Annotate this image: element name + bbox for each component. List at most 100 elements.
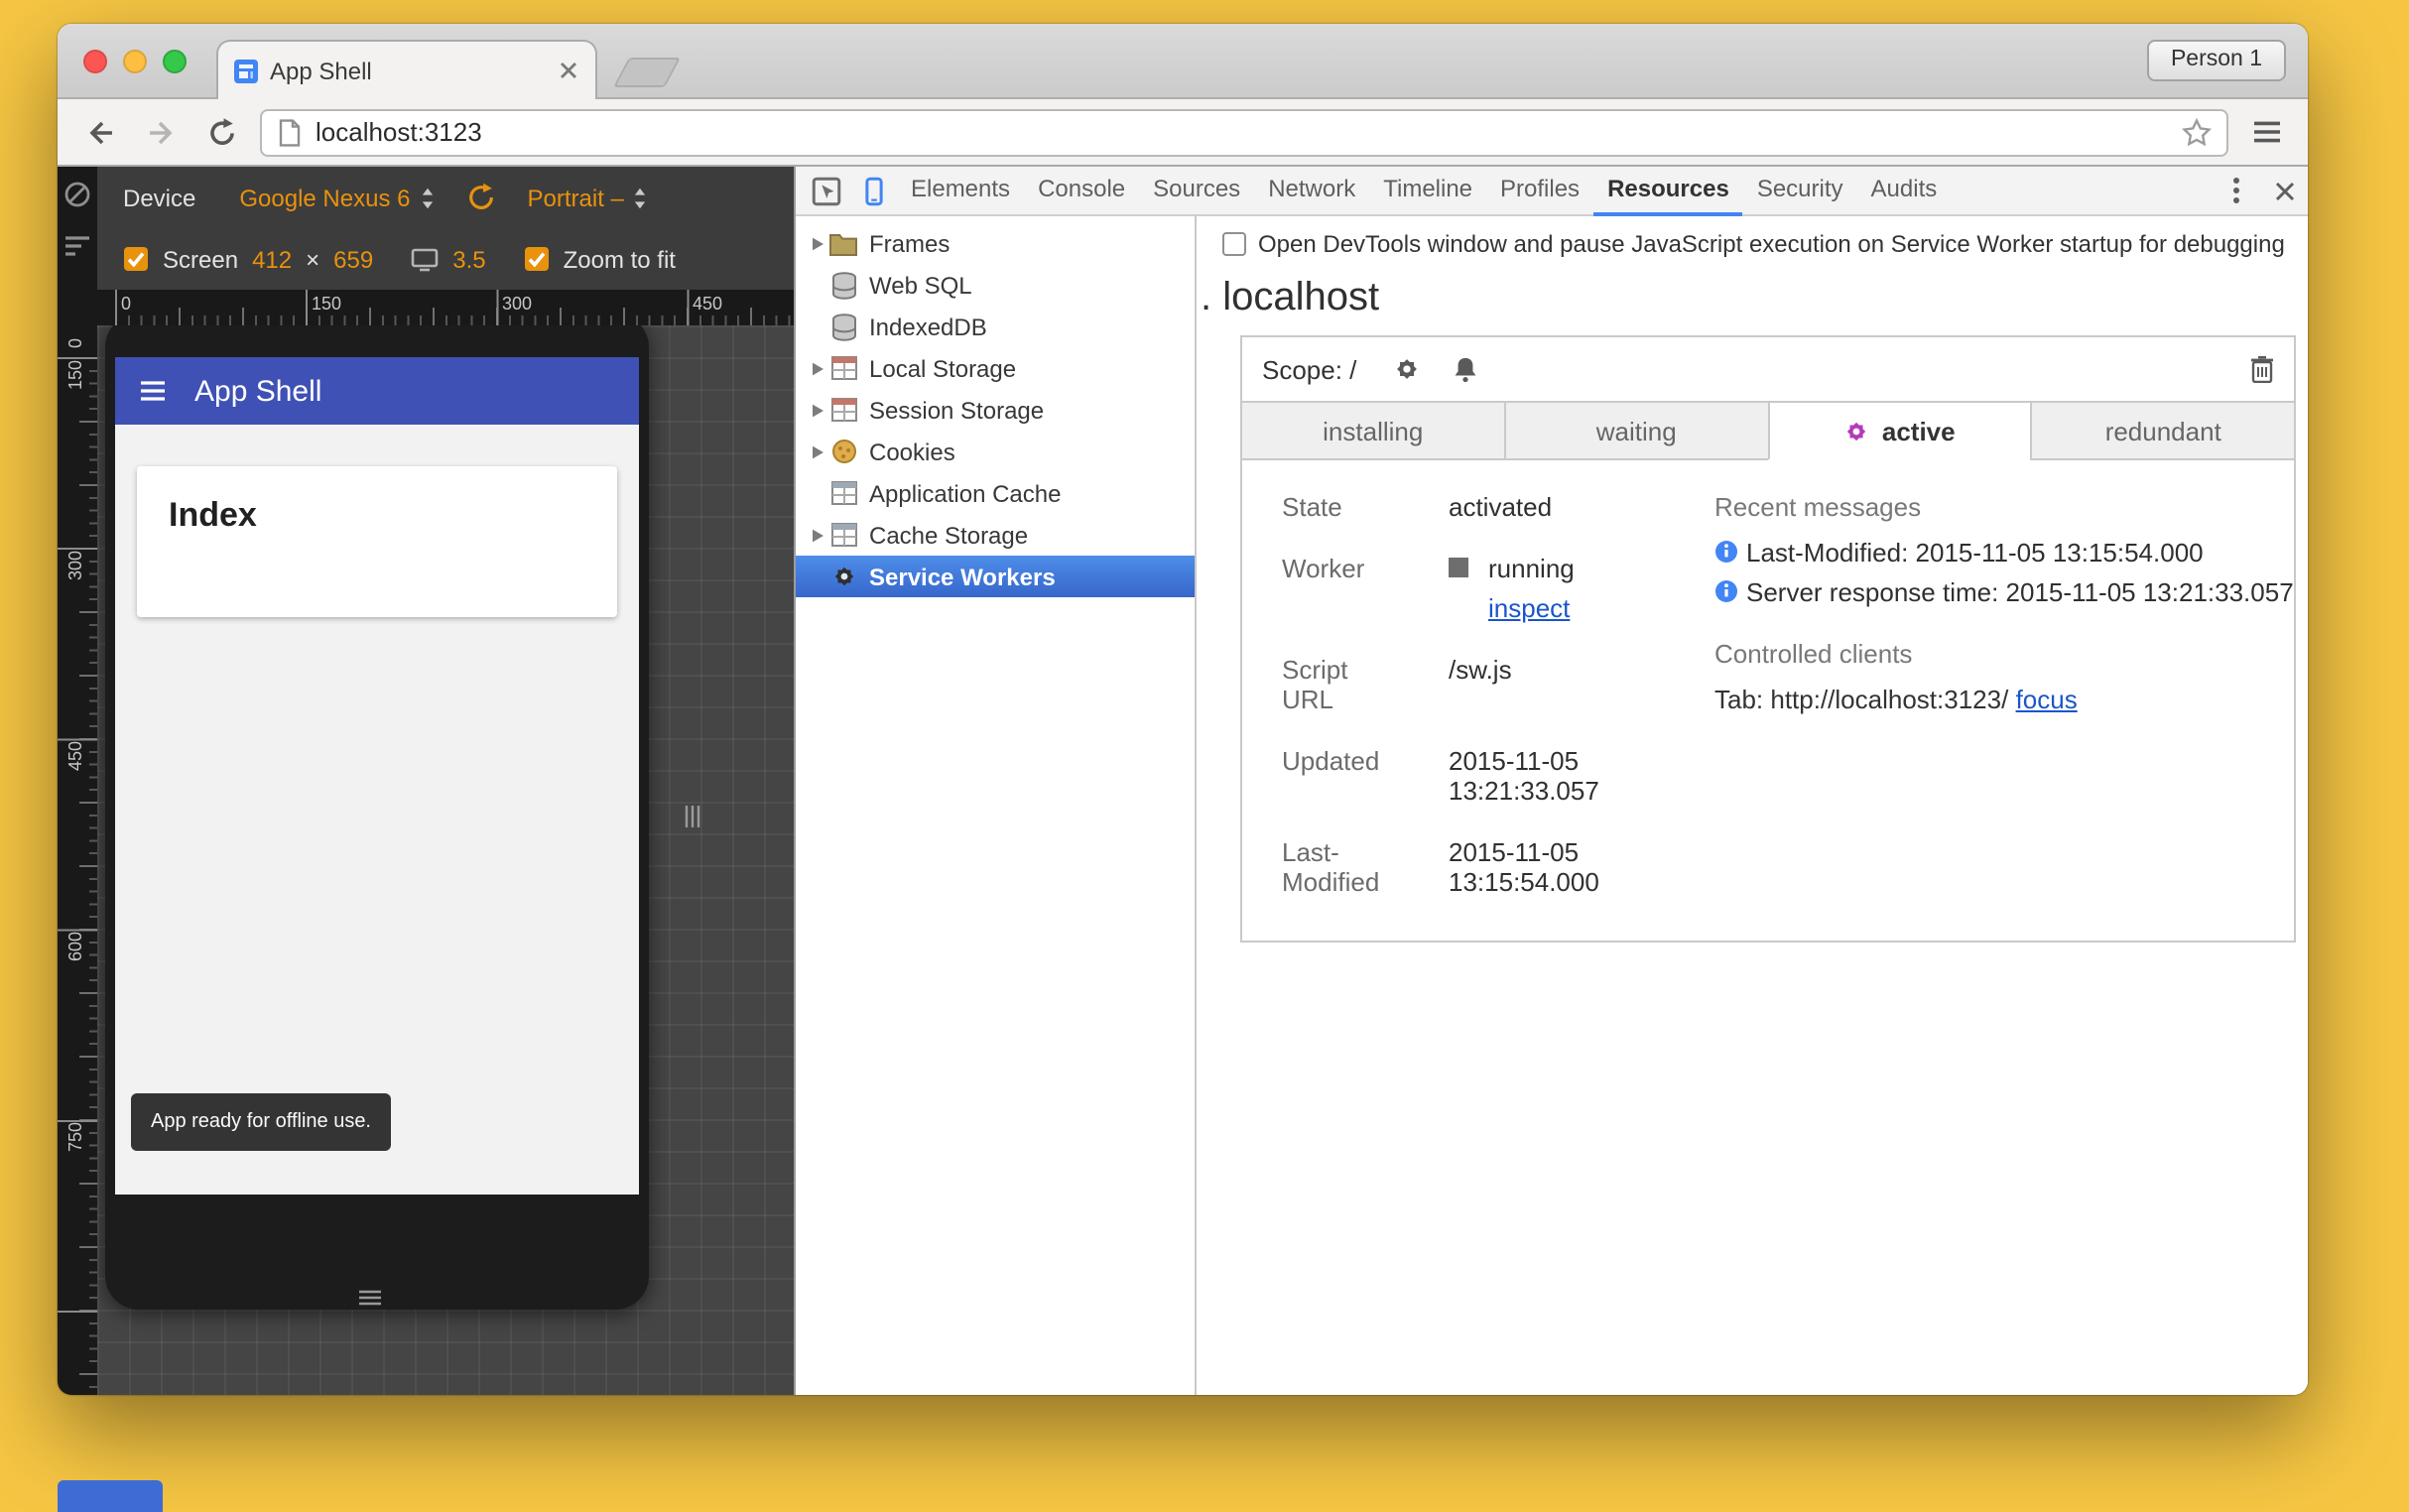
sw-details: State activated Worker running inspect S…	[1242, 460, 2294, 941]
inspect-element-icon[interactable]	[802, 166, 849, 215]
url-text[interactable]: localhost:3123	[316, 117, 482, 147]
media-queries-icon[interactable]	[63, 232, 93, 262]
tab-network[interactable]: Network	[1254, 166, 1369, 215]
screen-checkbox[interactable]	[123, 246, 149, 272]
inspect-link[interactable]: inspect	[1488, 593, 1570, 623]
tab-timeline[interactable]: Timeline	[1369, 166, 1486, 215]
updated-value: 2015-11-05 13:21:33.057	[1449, 746, 1599, 806]
device-resize-handle-horizontal[interactable]	[685, 802, 700, 837]
controlled-clients-heading: Controlled clients	[1714, 639, 1913, 669]
address-bar[interactable]: localhost:3123	[260, 108, 2228, 156]
bookmark-star-icon[interactable]	[2181, 116, 2217, 152]
sidebar-item-label: Local Storage	[869, 354, 1017, 382]
pause-on-sw-startup-row: Open DevTools window and pause JavaScrip…	[1197, 216, 2308, 262]
focus-link[interactable]: focus	[2016, 685, 2078, 714]
tab-close-icon[interactable]	[554, 57, 581, 84]
disclosure-triangle-icon[interactable]	[806, 360, 827, 376]
disable-emulation-icon[interactable]	[63, 181, 93, 210]
worker-value: running inspect	[1449, 554, 1671, 623]
disclosure-triangle-icon[interactable]	[806, 235, 827, 251]
dpr-icon	[411, 247, 439, 271]
sidebar-item-cache-storage[interactable]: Cache Storage	[796, 514, 1195, 556]
sidebar-item-label: Service Workers	[869, 563, 1056, 590]
sidebar-item-service-workers[interactable]: Service Workers	[796, 556, 1195, 597]
tab-sources[interactable]: Sources	[1139, 166, 1254, 215]
pause-on-sw-startup-checkbox[interactable]	[1222, 232, 1246, 256]
resources-sidebar: Frames Web SQL IndexedDB Local Storage S…	[796, 216, 1197, 1395]
sidebar-item-cookies[interactable]: Cookies	[796, 431, 1195, 472]
sw-update-gear-icon[interactable]	[1392, 355, 1420, 383]
profile-button[interactable]: Person 1	[2146, 40, 2286, 81]
worker-status: running	[1488, 554, 1575, 583]
window-controls	[83, 50, 187, 73]
push-bell-icon[interactable]	[1452, 355, 1477, 383]
browser-toolbar: localhost:3123	[58, 99, 2308, 167]
forward-button[interactable]	[137, 108, 185, 156]
disclosure-triangle-icon[interactable]	[806, 402, 827, 418]
updated-label: Updated	[1282, 746, 1380, 776]
select-arrows-icon	[635, 187, 647, 208]
zoom-to-fit-label: Zoom to fit	[563, 245, 676, 273]
zoom-to-fit-checkbox[interactable]	[524, 246, 550, 272]
sw-tab-redundant[interactable]: redundant	[2030, 403, 2294, 460]
reload-button[interactable]	[198, 108, 246, 156]
state-label: State	[1282, 492, 1342, 522]
browser-window: App Shell Person 1 localhost:3123 150 30…	[58, 24, 2308, 1395]
disclosure-triangle-icon[interactable]	[806, 527, 827, 543]
tab-console[interactable]: Console	[1024, 166, 1139, 215]
new-tab-button[interactable]	[613, 58, 681, 87]
close-devtools-icon[interactable]	[2260, 166, 2308, 215]
tab-audits[interactable]: Audits	[1857, 166, 1952, 215]
devtools-tabbar: Elements Console Sources Network Timelin…	[796, 167, 2308, 216]
device-resize-handle-vertical[interactable]	[359, 1280, 381, 1316]
info-icon	[1715, 541, 1737, 563]
sw-tab-active[interactable]: active	[1767, 403, 2031, 460]
delete-trash-icon[interactable]	[2250, 355, 2274, 383]
device-screen: App Shell Index App ready for offline us…	[115, 357, 639, 1195]
app-menu-icon[interactable]	[139, 379, 167, 403]
sidebar-item-session-storage[interactable]: Session Storage	[796, 389, 1195, 431]
recent-messages-heading: Recent messages	[1714, 492, 1922, 522]
browser-tab[interactable]: App Shell	[216, 40, 597, 99]
zoom-window-button[interactable]	[163, 50, 187, 73]
sidebar-item-label: Session Storage	[869, 396, 1045, 424]
close-window-button[interactable]	[83, 50, 107, 73]
disclosure-triangle-icon[interactable]	[806, 443, 827, 459]
sidebar-item-web-sql[interactable]: Web SQL	[796, 264, 1195, 306]
sw-tab-installing[interactable]: installing	[1242, 403, 1504, 460]
back-button[interactable]	[75, 108, 123, 156]
table-icon	[827, 519, 859, 551]
device-model-select[interactable]: Google Nexus 6	[239, 184, 434, 211]
desktop: App Shell Person 1 localhost:3123 150 30…	[0, 0, 2409, 1512]
sidebar-item-indexeddb[interactable]: IndexedDB	[796, 306, 1195, 347]
screen-width-value[interactable]: 412	[252, 245, 292, 273]
overflow-menu-icon[interactable]	[2213, 166, 2260, 215]
tab-profiles[interactable]: Profiles	[1486, 166, 1593, 215]
v-ruler-label: 600	[65, 931, 85, 962]
dpr-value[interactable]: 3.5	[452, 245, 485, 273]
orientation-select[interactable]: Portrait –	[528, 184, 648, 211]
tab-elements[interactable]: Elements	[897, 166, 1024, 215]
toggle-device-mode-icon[interactable]	[849, 166, 897, 215]
sw-tab-waiting[interactable]: waiting	[1503, 403, 1767, 460]
app-page-heading: Index	[169, 496, 257, 534]
last-modified-value: 2015-11-05 13:15:54.000	[1449, 837, 1599, 897]
last-modified-label: Last-Modified	[1282, 837, 1380, 897]
sw-tab-active-label: active	[1881, 416, 1956, 445]
screen-height-value[interactable]: 659	[333, 245, 373, 273]
rotate-icon[interactable]	[466, 183, 496, 212]
sidebar-item-application-cache[interactable]: Application Cache	[796, 472, 1195, 514]
minimize-window-button[interactable]	[123, 50, 147, 73]
message-text: Server response time: 2015-11-05 13:21:3…	[1746, 577, 2294, 607]
table-icon	[827, 352, 859, 384]
emulation-canvas: App Shell Index App ready for offline us…	[97, 325, 794, 1395]
h-ruler-label: 0	[121, 294, 132, 314]
device-toolbar-row1: Device Google Nexus 6 Portrait –	[97, 167, 794, 228]
scope-row: Scope: /	[1242, 337, 2294, 401]
device-model-value: Google Nexus 6	[239, 184, 411, 211]
tab-security[interactable]: Security	[1743, 166, 1857, 215]
sidebar-item-local-storage[interactable]: Local Storage	[796, 347, 1195, 389]
tab-resources[interactable]: Resources	[1593, 166, 1743, 215]
sidebar-item-frames[interactable]: Frames	[796, 222, 1195, 264]
menu-button[interactable]	[2242, 108, 2290, 156]
